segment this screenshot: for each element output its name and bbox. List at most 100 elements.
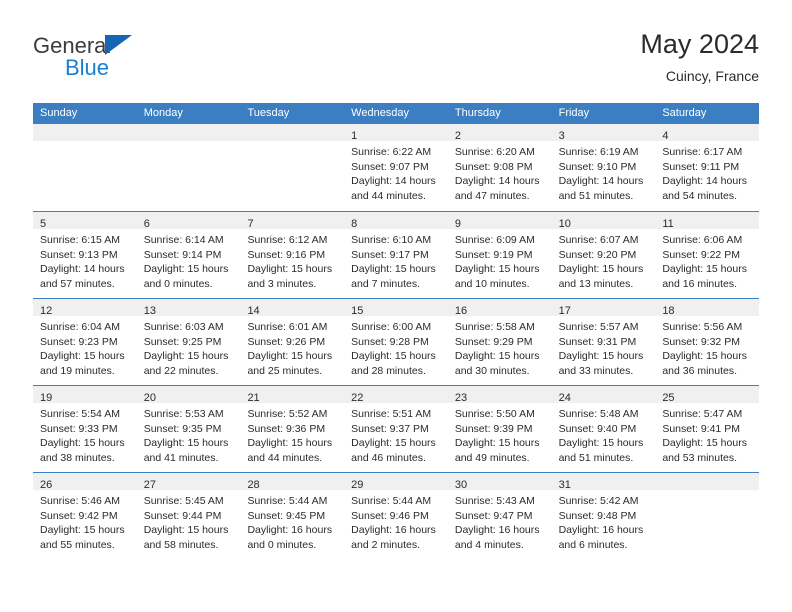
sunrise-text: Sunrise: 6:20 AM [454,146,535,158]
day-cell[interactable]: 2 Sunrise: 6:20 AM Sunset: 9:08 PM Daylight… [447,124,552,211]
sunset-text: Sunset: 9:20 PM [558,248,637,261]
brand-logo[interactable]: General Blue [33,34,263,90]
day-cell[interactable]: 26 Sunrise: 5:46 AM Sunset: 9:42 PM Dayligh… [33,473,137,560]
day-details: Sunrise: 5:45 AM Sunset: 9:44 PM Daylight:… [137,490,241,552]
day-cell[interactable]: 6 Sunrise: 6:14 AM Sunset: 9:14 PM Daylight… [136,212,241,298]
day-details: Sunrise: 5:47 AM Sunset: 9:41 PM Daylight:… [655,403,759,465]
day-cell[interactable]: 12 Sunrise: 6:04 AM Sunset: 9:23 PM Dayligh… [33,299,137,385]
sunset-text: Sunset: 9:36 PM [247,422,326,435]
day-cell[interactable]: 28 Sunrise: 5:44 AM Sunset: 9:45 PM Dayligh… [240,473,345,560]
weekday-header-wednesday: Wednesday [351,107,410,119]
sunrise-text: Sunrise: 5:48 AM [558,408,639,420]
daylight-text-cont: and 2 minutes. [351,538,421,551]
sunrise-text: Sunrise: 6:12 AM [247,234,328,246]
day-number: 23 [454,392,468,404]
sunrise-text: Sunrise: 5:58 AM [454,321,535,333]
day-number-band [240,124,345,141]
sunrise-text: Sunrise: 6:04 AM [40,321,120,333]
daylight-text-cont: and 51 minutes. [558,451,634,464]
day-cell[interactable]: 27 Sunrise: 5:45 AM Sunset: 9:44 PM Dayligh… [136,473,241,560]
day-cell[interactable]: 9 Sunrise: 6:09 AM Sunset: 9:19 PM Daylight… [447,212,552,298]
day-cell[interactable]: 19 Sunrise: 5:54 AM Sunset: 9:33 PM Dayligh… [33,386,137,472]
day-cell[interactable]: 1 Sunrise: 6:22 AM Sunset: 9:07 PM Daylight… [344,124,448,211]
daylight-text: Daylight: 15 hours [558,437,644,450]
day-cell[interactable]: 31 Sunrise: 5:42 AM Sunset: 9:48 PM Dayligh… [551,473,656,560]
day-number: 11 [662,218,674,230]
day-cell[interactable]: 25 Sunrise: 5:47 AM Sunset: 9:41 PM Dayligh… [655,386,760,472]
day-details: Sunrise: 5:57 AM Sunset: 9:31 PM Daylight:… [552,316,656,378]
daylight-text-cont: and 54 minutes. [662,189,738,202]
day-details: Sunrise: 5:58 AM Sunset: 9:29 PM Daylight:… [448,316,552,378]
day-number: 3 [558,130,565,142]
day-cell[interactable]: 22 Sunrise: 5:51 AM Sunset: 9:37 PM Dayligh… [344,386,448,472]
day-cell[interactable]: 21 Sunrise: 5:52 AM Sunset: 9:36 PM Dayligh… [240,386,345,472]
daylight-text: Daylight: 14 hours [351,175,436,188]
daylight-text-cont: and 33 minutes. [558,364,634,377]
day-details: Sunrise: 6:06 AM Sunset: 9:22 PM Daylight:… [655,229,759,291]
daylight-text: Daylight: 15 hours [247,437,333,450]
day-cell[interactable]: 13 Sunrise: 6:03 AM Sunset: 9:25 PM Dayligh… [136,299,241,385]
calendar-weeks: 1 Sunrise: 6:22 AM Sunset: 9:07 PM Daylight… [33,124,760,560]
sunrise-text: Sunrise: 6:17 AM [662,146,743,158]
day-number: 10 [558,218,571,230]
daylight-text-cont: and 55 minutes. [40,538,115,551]
day-cell[interactable]: 11 Sunrise: 6:06 AM Sunset: 9:22 PM Dayligh… [655,212,760,298]
day-cell[interactable]: 10 Sunrise: 6:07 AM Sunset: 9:20 PM Dayligh… [551,212,656,298]
daylight-text-cont: and 6 minutes. [558,538,628,551]
day-cell[interactable]: 20 Sunrise: 5:53 AM Sunset: 9:35 PM Dayligh… [136,386,241,472]
day-cell[interactable]: 7 Sunrise: 6:12 AM Sunset: 9:16 PM Daylight… [240,212,345,298]
day-details: Sunrise: 5:46 AM Sunset: 9:42 PM Daylight:… [33,490,137,552]
daylight-text-cont: and 30 minutes. [454,364,530,377]
sunset-text: Sunset: 9:41 PM [662,422,740,435]
daylight-text-cont: and 51 minutes. [558,189,634,202]
sunset-text: Sunset: 9:35 PM [143,422,222,435]
day-details: Sunrise: 5:53 AM Sunset: 9:35 PM Daylight:… [137,403,241,465]
daylight-text: Daylight: 15 hours [247,350,333,363]
daylight-text-cont: and 28 minutes. [351,364,426,377]
day-cell-empty [136,124,241,211]
sunset-text: Sunset: 9:46 PM [351,509,429,522]
day-cell[interactable]: 17 Sunrise: 5:57 AM Sunset: 9:31 PM Dayligh… [551,299,656,385]
day-details: Sunrise: 5:56 AM Sunset: 9:32 PM Daylight:… [655,316,759,378]
daylight-text: Daylight: 15 hours [558,263,644,276]
weekday-header-thursday: Thursday [454,107,501,119]
sunset-text: Sunset: 9:37 PM [351,422,429,435]
daylight-text: Daylight: 15 hours [454,263,540,276]
day-number-band: 14 [240,299,345,317]
weekday-header-friday: Friday [558,107,590,119]
day-cell[interactable]: 16 Sunrise: 5:58 AM Sunset: 9:29 PM Dayligh… [447,299,552,385]
sunset-text: Sunset: 9:16 PM [247,248,326,261]
day-cell[interactable]: 5 Sunrise: 6:15 AM Sunset: 9:13 PM Daylight… [33,212,137,298]
day-details: Sunrise: 5:44 AM Sunset: 9:46 PM Daylight:… [344,490,448,552]
daylight-text-cont: and 7 minutes. [351,277,421,290]
sunset-text: Sunset: 9:26 PM [247,335,326,348]
day-cell[interactable]: 14 Sunrise: 6:01 AM Sunset: 9:26 PM Dayligh… [240,299,345,385]
calendar-week-row: 1 Sunrise: 6:22 AM Sunset: 9:07 PM Daylight… [33,124,760,211]
day-cell[interactable]: 8 Sunrise: 6:10 AM Sunset: 9:17 PM Daylight… [344,212,448,298]
day-cell[interactable]: 24 Sunrise: 5:48 AM Sunset: 9:40 PM Dayligh… [551,386,656,472]
brand-line-general: General [33,34,263,58]
sunset-text: Sunset: 9:48 PM [558,509,637,522]
sunrise-text: Sunrise: 5:56 AM [662,321,743,333]
day-cell[interactable]: 15 Sunrise: 6:00 AM Sunset: 9:28 PM Dayligh… [344,299,448,385]
sunset-text: Sunset: 9:44 PM [143,509,222,522]
day-number: 2 [454,130,461,142]
day-number-band: 7 [240,212,345,230]
day-number: 1 [351,130,358,142]
day-cell[interactable]: 18 Sunrise: 5:56 AM Sunset: 9:32 PM Dayligh… [655,299,760,385]
day-cell[interactable]: 4 Sunrise: 6:17 AM Sunset: 9:11 PM Daylight… [655,124,760,211]
day-cell[interactable]: 3 Sunrise: 6:19 AM Sunset: 9:10 PM Daylight… [551,124,656,211]
day-cell[interactable]: 30 Sunrise: 5:43 AM Sunset: 9:47 PM Dayligh… [447,473,552,560]
sunset-text: Sunset: 9:13 PM [40,248,118,261]
day-cell[interactable]: 23 Sunrise: 5:50 AM Sunset: 9:39 PM Dayligh… [447,386,552,472]
daylight-text: Daylight: 15 hours [40,524,125,537]
calendar-page: General Blue May 2024 Cuincy, France Sun… [0,0,792,612]
weekday-header-saturday: Saturday [662,107,707,119]
sunset-text: Sunset: 9:11 PM [662,160,740,173]
daylight-text-cont: and 25 minutes. [247,364,323,377]
daylight-text-cont: and 58 minutes. [143,538,219,551]
page-subtitle: Cuincy, France [665,68,759,84]
sunrise-text: Sunrise: 6:09 AM [454,234,535,246]
day-cell[interactable]: 29 Sunrise: 5:44 AM Sunset: 9:46 PM Dayligh… [344,473,448,560]
page-header: General Blue May 2024 Cuincy, France [33,28,759,96]
